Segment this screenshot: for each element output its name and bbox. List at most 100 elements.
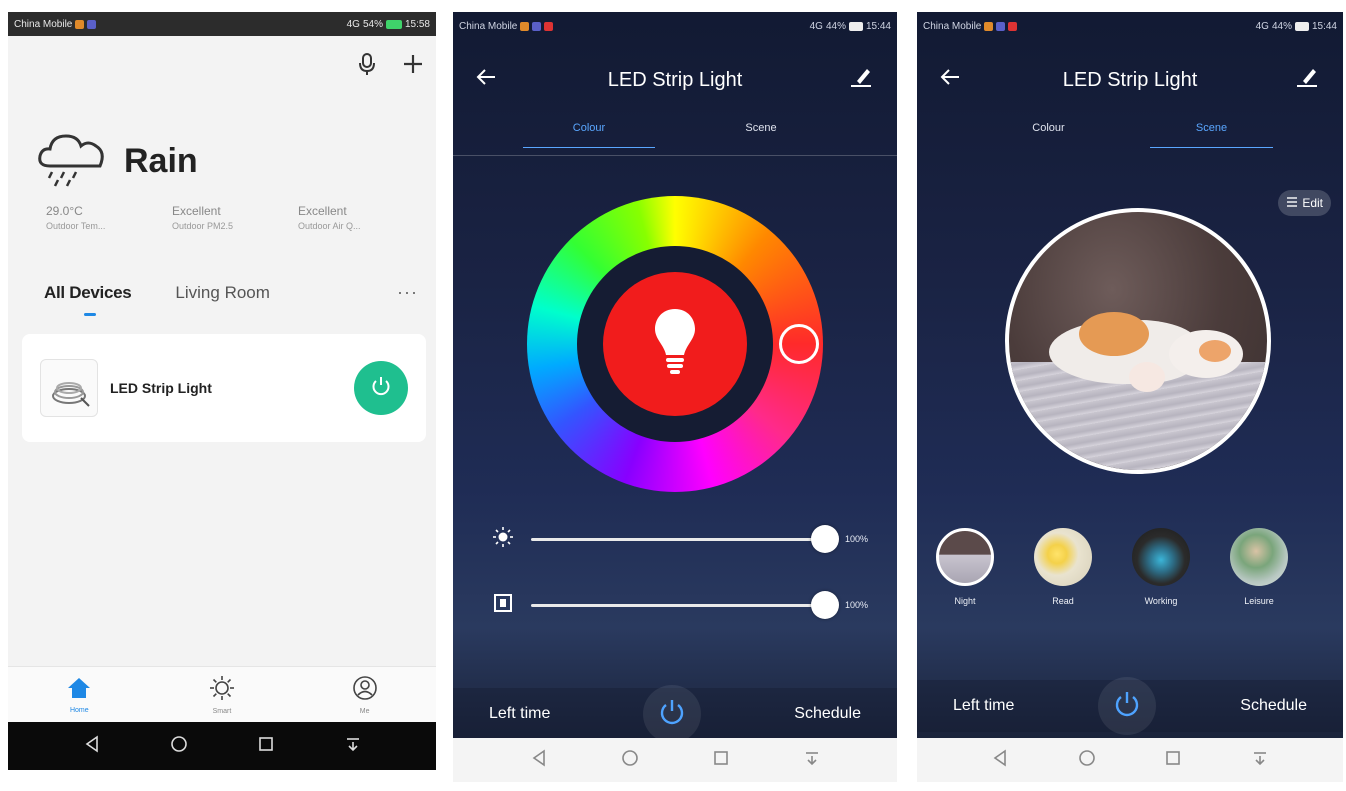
app-icon <box>544 21 554 31</box>
scene-leisure[interactable]: Leisure <box>1227 528 1291 606</box>
nav-me[interactable]: Me <box>325 675 405 715</box>
current-scene-image <box>1005 208 1271 474</box>
edit-scenes-button[interactable]: Edit <box>1278 190 1331 216</box>
notification-pull-icon[interactable] <box>344 735 362 758</box>
add-icon[interactable] <box>402 53 424 80</box>
home-circle-icon[interactable] <box>170 735 188 758</box>
recents-square-icon[interactable] <box>1164 749 1182 772</box>
device-name: LED Strip Light <box>110 380 212 396</box>
power-icon <box>370 375 392 402</box>
scene-thumbnail <box>1034 528 1092 586</box>
temperature-knob[interactable] <box>811 590 839 619</box>
notification-pull-icon[interactable] <box>1251 749 1269 772</box>
app-icon <box>87 19 97 29</box>
app-icon <box>532 21 542 31</box>
power-toggle[interactable] <box>1098 677 1157 735</box>
profile-icon <box>352 675 378 706</box>
battery-label: 44% <box>1271 20 1292 32</box>
recents-square-icon[interactable] <box>257 735 275 758</box>
colour-wheel-inner <box>577 246 773 442</box>
app-icon <box>996 21 1006 31</box>
brightness-track[interactable] <box>531 524 839 553</box>
list-edit-icon <box>1286 196 1298 211</box>
mode-tabs: Colour Scene <box>967 122 1293 148</box>
left-time-button[interactable]: Left time <box>489 705 550 723</box>
signal-label: 4G <box>1255 20 1269 32</box>
home-circle-icon[interactable] <box>1078 749 1096 772</box>
back-arrow-icon[interactable] <box>475 66 497 93</box>
tab-living-room[interactable]: Living Room <box>175 283 270 303</box>
brightness-slider[interactable]: 100% <box>493 524 875 554</box>
scene-read[interactable]: Read <box>1031 528 1095 606</box>
colour-screen: China Mobile 4G 44% 15:44 LED Strip Ligh… <box>453 12 897 782</box>
back-triangle-icon[interactable] <box>991 748 1009 772</box>
scene-name: Read <box>1052 596 1074 606</box>
brightness-knob[interactable] <box>811 524 839 553</box>
schedule-button[interactable]: Schedule <box>794 705 861 723</box>
tab-colour[interactable]: Colour <box>967 122 1130 148</box>
home-icon <box>66 676 92 705</box>
app-icon <box>984 21 994 31</box>
scene-night[interactable]: Night <box>933 528 997 606</box>
carrier-label: China Mobile <box>459 20 518 32</box>
battery-icon <box>385 19 402 29</box>
carrier-label: China Mobile <box>14 18 73 30</box>
brightness-value: 100% <box>845 534 869 544</box>
edit-pencil-icon[interactable] <box>849 66 873 93</box>
home-circle-icon[interactable] <box>621 749 639 772</box>
app-icon <box>1008 21 1018 31</box>
light-bulb-icon <box>652 307 698 382</box>
clock-label: 15:44 <box>865 20 891 32</box>
power-icon <box>1112 689 1142 724</box>
colour-wheel[interactable] <box>527 196 823 492</box>
microphone-icon[interactable] <box>358 52 376 81</box>
back-triangle-icon[interactable] <box>530 748 548 772</box>
nav-smart[interactable]: Smart <box>182 675 262 715</box>
stat-value: Excellent <box>172 204 221 218</box>
page-title: LED Strip Light <box>1062 68 1198 91</box>
status-bar: China Mobile 4G 44% 15:44 <box>453 12 897 40</box>
contrast-icon <box>493 593 513 618</box>
rain-cloud-icon <box>36 130 110 193</box>
power-toggle[interactable] <box>643 685 702 743</box>
edit-pencil-icon[interactable] <box>1295 66 1319 93</box>
back-triangle-icon[interactable] <box>83 734 101 758</box>
bottom-navigation: Home Smart Me <box>8 666 436 722</box>
temperature-slider[interactable]: 100% <box>493 590 875 620</box>
temperature-value: 100% <box>845 600 869 610</box>
nav-label: Me <box>359 707 370 715</box>
scene-working[interactable]: Working <box>1129 528 1193 606</box>
recents-square-icon[interactable] <box>712 749 730 772</box>
system-navigation-bar <box>8 722 436 770</box>
mode-tabs: Colour Scene <box>503 122 847 148</box>
notification-pull-icon[interactable] <box>803 749 821 772</box>
tab-scene[interactable]: Scene <box>1130 122 1293 148</box>
signal-label: 4G <box>809 20 823 32</box>
system-navigation-bar <box>453 738 897 782</box>
tab-scene[interactable]: Scene <box>675 122 847 148</box>
device-card[interactable]: LED Strip Light <box>22 334 426 442</box>
temperature-track[interactable] <box>531 590 839 619</box>
more-icon[interactable]: ··· <box>397 282 418 303</box>
tabs-divider <box>453 155 897 156</box>
tab-colour[interactable]: Colour <box>503 122 675 148</box>
stat-label: Outdoor Air Q... <box>298 221 361 231</box>
system-navigation-bar <box>917 738 1343 782</box>
weather-stats: 29.0°C Outdoor Tem... Excellent Outdoor … <box>46 204 424 231</box>
battery-icon <box>848 21 863 31</box>
header: LED Strip Light <box>453 60 897 100</box>
device-power-button[interactable] <box>354 361 408 415</box>
schedule-button[interactable]: Schedule <box>1240 697 1307 715</box>
back-arrow-icon[interactable] <box>939 66 961 93</box>
stat-pm25: Excellent Outdoor PM2.5 <box>172 204 298 231</box>
clock-label: 15:58 <box>404 18 430 30</box>
nav-home[interactable]: Home <box>39 676 119 714</box>
tab-all-devices[interactable]: All Devices <box>44 283 132 316</box>
battery-icon <box>1294 21 1309 31</box>
left-time-button[interactable]: Left time <box>953 697 1014 715</box>
colour-wheel-handle[interactable] <box>779 324 819 364</box>
scene-thumbnail <box>936 528 994 586</box>
nav-label: Smart <box>212 707 232 715</box>
status-bar: China Mobile 4G 44% 15:44 <box>917 12 1343 40</box>
stat-temperature: 29.0°C Outdoor Tem... <box>46 204 172 231</box>
